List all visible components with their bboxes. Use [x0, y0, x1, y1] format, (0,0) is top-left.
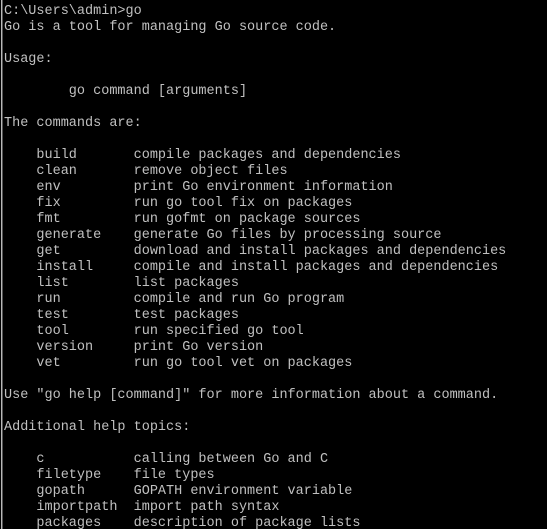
terminal-line: install compile and install packages and…	[4, 260, 499, 275]
terminal-line: The commands are:	[4, 116, 142, 131]
terminal-output: C:\Users\admin>go Go is a tool for managi…	[4, 4, 547, 529]
terminal-line: Usage:	[4, 52, 53, 67]
terminal-line: list list packages	[4, 276, 239, 291]
terminal-line: run compile and run Go program	[4, 292, 345, 307]
terminal-window[interactable]: C:\Users\admin>go Go is a tool for managi…	[0, 0, 547, 529]
terminal-line: build compile packages and dependencies	[4, 148, 401, 163]
terminal-line: test test packages	[4, 308, 239, 323]
terminal-line: fix run go tool fix on packages	[4, 196, 353, 211]
terminal-line: vet run go tool vet on packages	[4, 356, 353, 371]
terminal-line: C:\Users\admin>go	[4, 4, 142, 19]
terminal-line: Go is a tool for managing Go source code…	[4, 20, 337, 35]
terminal-line: tool run specified go tool	[4, 324, 304, 339]
terminal-line: generate generate Go files by processing…	[4, 228, 442, 243]
terminal-line: c calling between Go and C	[4, 452, 329, 467]
terminal-line: Use "go help [command]" for more informa…	[4, 388, 499, 403]
terminal-line: version print Go version	[4, 340, 264, 355]
terminal-line: fmt run gofmt on package sources	[4, 212, 361, 227]
terminal-line: importpath import path syntax	[4, 500, 280, 515]
terminal-line: go command [arguments]	[4, 84, 248, 99]
scrollbar[interactable]	[0, 0, 3, 529]
terminal-line: gopath GOPATH environment variable	[4, 484, 353, 499]
terminal-line: filetype file types	[4, 468, 215, 483]
terminal-line: get download and install packages and de…	[4, 244, 507, 259]
terminal-line: packages description of package lists	[4, 516, 361, 529]
terminal-line: Additional help topics:	[4, 420, 191, 435]
terminal-line: env print Go environment information	[4, 180, 393, 195]
terminal-line: clean remove object files	[4, 164, 288, 179]
